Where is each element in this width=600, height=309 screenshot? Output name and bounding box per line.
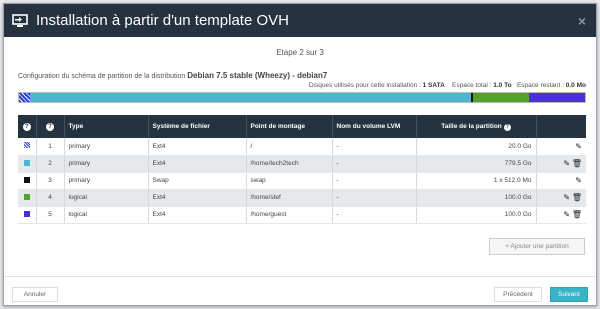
cell-order: 1: [36, 138, 65, 156]
cell-filesystem: Ext4: [148, 155, 247, 173]
help-icon[interactable]: ?: [22, 122, 31, 131]
table-row: 4 logical Ext4/home/stef -100.0 Go ✎ 🗑: [18, 189, 586, 207]
cell-filesystem: Ext4: [148, 189, 247, 207]
cell-mount-point: /home/guest: [246, 206, 333, 224]
cell-actions: ✎ 🗑: [536, 189, 586, 207]
cell-filesystem: Ext4: [148, 206, 247, 224]
table-row: 5 logical Ext4/home/guest -100.0 Go ✎ 🗑: [18, 206, 586, 224]
cell-actions: ✎: [536, 172, 586, 190]
cell-actions: ✎: [536, 138, 586, 156]
delete-icon[interactable]: 🗑: [572, 159, 582, 168]
remaining-space-label: Espace restant :: [516, 82, 564, 89]
cell-type: logical: [64, 189, 149, 207]
col-size: Taille de la partition?: [416, 115, 537, 138]
total-space-value: 1.0 To: [493, 82, 512, 89]
partition-segment: [30, 93, 471, 102]
partition-table: ? ? Type Système de fichier Point de mon…: [18, 115, 586, 224]
cell-type: primary: [64, 138, 149, 156]
edit-icon[interactable]: ✎: [575, 176, 582, 185]
edit-icon[interactable]: ✎: [563, 159, 570, 168]
delete-icon[interactable]: 🗑: [572, 193, 582, 202]
partition-segment: [472, 93, 529, 102]
cell-size: 20.0 Go: [416, 138, 537, 156]
partition-bar: [18, 92, 586, 103]
cell-size: 779.5 Go: [416, 155, 537, 173]
cell-mount-point: /home/stef: [246, 189, 333, 207]
help-icon[interactable]: ?: [46, 122, 54, 131]
delete-icon[interactable]: 🗑: [572, 210, 582, 219]
col-actions: [536, 115, 586, 138]
col-lvm-name: Nom du volume LVM: [332, 115, 417, 138]
server-install-icon: [12, 13, 28, 27]
partition-segment: [528, 93, 585, 102]
col-mount-point: Point de montage: [246, 115, 333, 138]
partition-color-swatch: [23, 159, 30, 166]
previous-button[interactable]: Précédent: [494, 287, 542, 302]
table-row: 1 primary Ext4/-20.0 Go ✎: [18, 138, 586, 156]
config-line: Configuration du schéma de partition de …: [18, 71, 596, 80]
next-button[interactable]: Suivant: [550, 287, 588, 302]
cell-type: primary: [64, 155, 149, 173]
cell-size: 1 x 512.0 Mo: [416, 172, 537, 190]
edit-icon[interactable]: ✎: [563, 193, 570, 202]
close-icon[interactable]: ×: [578, 13, 586, 29]
cell-type: logical: [64, 206, 149, 224]
cell-lvm-name: -: [332, 172, 417, 190]
cell-mount-point: /home/tech2tech: [246, 155, 333, 173]
partition-color-swatch: [23, 210, 30, 217]
partition-color-swatch: [23, 176, 30, 183]
col-type: Type: [64, 115, 149, 138]
partition-color-swatch: [23, 142, 30, 149]
cell-order: 3: [36, 172, 65, 190]
edit-icon[interactable]: ✎: [575, 142, 582, 151]
cell-order: 4: [36, 189, 65, 207]
modal-footer: Annuler Précédent Suivant: [4, 276, 596, 306]
disks-used-label: Disques utilisés pour cette installation…: [308, 82, 421, 89]
table-row: 3 primary Swap swap -1 x 512.0 Mo ✎: [18, 172, 586, 190]
edit-icon[interactable]: ✎: [563, 210, 570, 219]
cell-size: 100.0 Go: [416, 206, 537, 224]
table-header-row: ? ? Type Système de fichier Point de mon…: [18, 115, 586, 138]
add-partition-button[interactable]: + Ajouter une partition: [489, 238, 585, 255]
cell-filesystem: Ext4: [148, 138, 247, 156]
cell-lvm-name: -: [332, 206, 417, 224]
modal-title: Installation à partir d'un template OVH: [36, 12, 289, 29]
partition-color-swatch: [23, 193, 30, 200]
partition-segment: [19, 93, 31, 102]
cell-type: primary: [64, 172, 149, 190]
cell-mount-point: swap: [246, 172, 333, 190]
cancel-button[interactable]: Annuler: [12, 287, 58, 302]
cell-filesystem: Swap: [148, 172, 247, 190]
step-indicator: Etape 2 sur 3: [276, 48, 324, 57]
cell-actions: ✎ 🗑: [536, 206, 586, 224]
disks-used-value: 1 SATA: [422, 82, 445, 89]
modal-header: Installation à partir d'un template OVH …: [4, 4, 596, 37]
cell-lvm-name: -: [332, 155, 417, 173]
config-label: Configuration du schéma de partition de …: [18, 73, 186, 80]
cell-lvm-name: -: [332, 189, 417, 207]
cell-actions: ✎ 🗑: [536, 155, 586, 173]
col-size-label: Taille de la partition: [441, 122, 502, 130]
install-modal: Installation à partir d'un template OVH …: [3, 3, 597, 306]
cell-order: 2: [36, 155, 65, 173]
cell-lvm-name: -: [332, 138, 417, 156]
cell-size: 100.0 Go: [416, 189, 537, 207]
col-filesystem: Système de fichier: [148, 115, 247, 138]
total-space-label: Espace total :: [452, 82, 492, 89]
distribution-name: Debian 7.5 stable (Wheezy) - debian7: [187, 71, 328, 80]
info-icon[interactable]: ?: [503, 123, 511, 131]
cell-order: 5: [36, 206, 65, 224]
table-row: 2 primary Ext4/home/tech2tech -779.5 Go ✎ 🗑: [18, 155, 586, 173]
disk-summary: Disques utilisés pour cette installation…: [4, 82, 586, 89]
cell-mount-point: /: [246, 138, 333, 156]
remaining-space-value: 0.0 Mo: [565, 82, 586, 89]
